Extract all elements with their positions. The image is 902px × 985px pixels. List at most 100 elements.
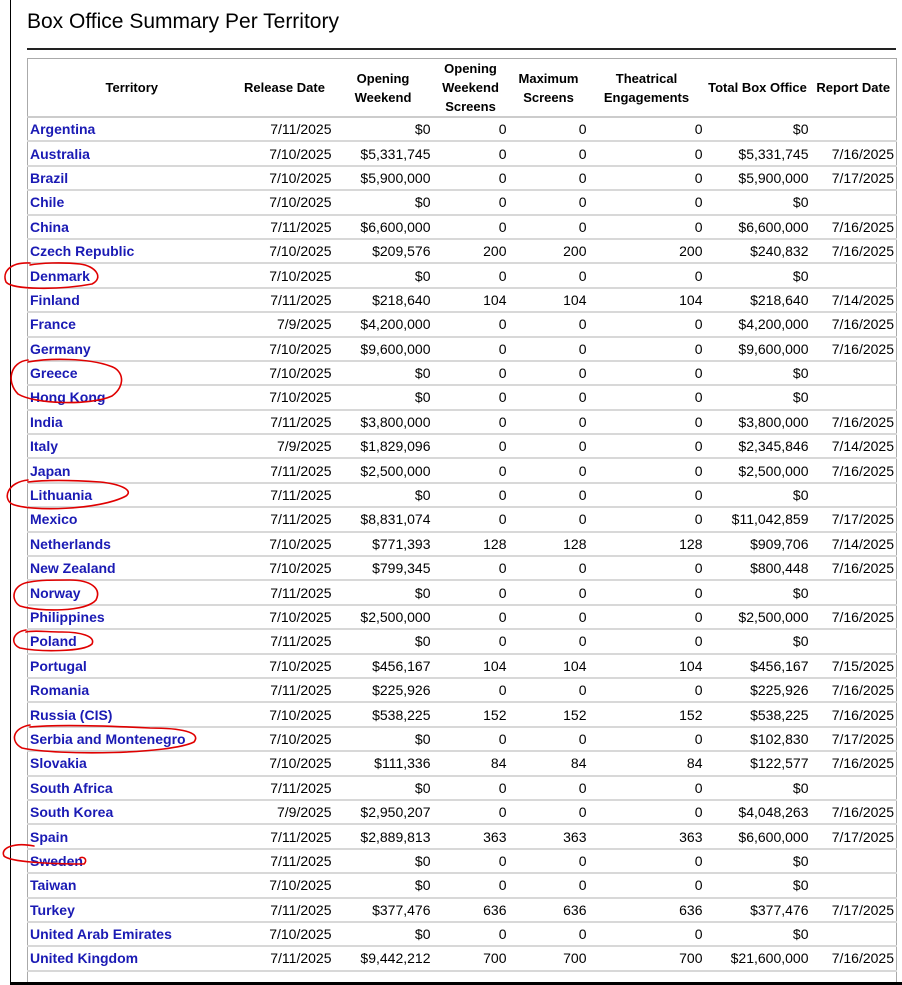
cell-theatrical-engagements: 104 (588, 653, 705, 680)
territory-link[interactable]: France (30, 316, 76, 332)
cell-total-box-office: $0 (704, 117, 811, 143)
territory-link[interactable]: Italy (30, 438, 58, 454)
cell-total-box-office: $4,048,263 (704, 799, 811, 826)
header-total-box-office[interactable]: Total Box Office (704, 58, 811, 118)
cell-report-date (810, 360, 897, 387)
cell-theatrical-engagements: 200 (588, 238, 705, 265)
territory-link[interactable]: Czech Republic (30, 243, 134, 259)
territory-link[interactable]: Hong Kong (30, 389, 105, 405)
cell-territory: Netherlands (27, 531, 236, 558)
territory-link[interactable]: Romania (30, 682, 89, 698)
cell-opening-weekend: $1,829,096 (333, 434, 433, 460)
cell-total-box-office: $6,600,000 (704, 824, 811, 850)
territory-link[interactable]: Brazil (30, 170, 68, 186)
territory-link[interactable]: New Zealand (30, 560, 116, 576)
territory-link[interactable]: Lithuania (30, 487, 92, 503)
cell-report-date (810, 629, 897, 655)
cell-maximum-screens: 104 (508, 653, 589, 680)
cell-total-box-office: $2,500,000 (704, 458, 811, 484)
territory-link[interactable]: Germany (30, 341, 91, 357)
territory-link[interactable]: Denmark (30, 268, 90, 284)
cell-report-date: 7/16/2025 (810, 946, 897, 972)
territory-link[interactable]: Serbia and Montenegro (30, 731, 186, 747)
territory-link[interactable]: Norway (30, 585, 81, 601)
header-release-date[interactable]: Release Date (235, 58, 334, 118)
cell-total-box-office: $9,600,000 (704, 336, 811, 362)
territory-link[interactable]: Finland (30, 292, 80, 308)
territory-link[interactable]: China (30, 219, 69, 235)
territory-link[interactable]: South Korea (30, 804, 113, 820)
header-theatrical-engagements[interactable]: Theatrical Engagements (588, 58, 705, 118)
territory-link[interactable]: Mexico (30, 511, 77, 527)
territory-link[interactable]: Russia (CIS) (30, 707, 112, 723)
cell-total-box-office: $122,577 (704, 751, 811, 777)
cell-maximum-screens: 0 (508, 385, 589, 411)
cell-opening-weekend-screens: 104 (432, 653, 509, 680)
cell-theatrical-engagements: 0 (588, 629, 705, 655)
cell-territory: China (27, 214, 236, 240)
territory-link[interactable]: Portugal (30, 658, 87, 674)
cell-opening-weekend: $0 (333, 921, 433, 948)
cell-territory: Chile (27, 190, 236, 216)
table-row: France 7/9/2025 $4,200,000 0 0 0 $4,200,000 7/1… (27, 312, 897, 338)
cell-opening-weekend: $0 (333, 482, 433, 509)
header-opening-weekend-screens[interactable]: Opening Weekend Screens (432, 58, 509, 118)
cell-report-date: 7/16/2025 (810, 556, 897, 582)
territory-link[interactable]: Slovakia (30, 755, 87, 771)
territory-link[interactable]: Taiwan (30, 877, 76, 893)
cell-release-date: 7/11/2025 (235, 824, 334, 850)
cell-territory: New Zealand (27, 556, 236, 582)
territory-link[interactable]: South Africa (30, 780, 113, 796)
table-row: Germany 7/10/2025 $9,600,000 0 0 0 $9,600,000 7… (27, 336, 897, 362)
cell-report-date: 7/16/2025 (810, 141, 897, 167)
territory-link[interactable]: Japan (30, 463, 70, 479)
cell-opening-weekend-screens: 363 (432, 824, 509, 850)
cell-total-box-office: $0 (704, 775, 811, 801)
cell-total-box-office: $3,800,000 (704, 409, 811, 436)
territory-link[interactable]: Sweden (30, 853, 83, 869)
cell-opening-weekend-screens: 0 (432, 165, 509, 192)
cell-territory: Japan (27, 458, 236, 484)
cell-total-box-office: $21,600,000 (704, 946, 811, 972)
header-opening-weekend[interactable]: Opening Weekend (333, 58, 433, 118)
territory-link[interactable]: Spain (30, 829, 68, 845)
cell-total-box-office: $5,331,745 (704, 141, 811, 167)
cell-opening-weekend: $377,476 (333, 897, 433, 923)
cell-theatrical-engagements: 636 (588, 897, 705, 923)
cell-report-date: 7/16/2025 (810, 214, 897, 240)
cell-opening-weekend: $218,640 (333, 287, 433, 314)
cell-report-date: 7/16/2025 (810, 458, 897, 484)
header-maximum-screens[interactable]: Maximum Screens (508, 58, 589, 118)
cell-opening-weekend-screens: 104 (432, 287, 509, 314)
cell-theatrical-engagements: 0 (588, 482, 705, 509)
cell-total-box-office: $0 (704, 385, 811, 411)
table-row: Spain 7/11/2025 $2,889,813 363 363 363 $6,600,… (27, 824, 897, 850)
cell-opening-weekend: $0 (333, 263, 433, 289)
cell-opening-weekend: $8,831,074 (333, 507, 433, 533)
territory-link[interactable]: Philippines (30, 609, 105, 625)
territory-link[interactable]: Argentina (30, 121, 95, 137)
territory-link[interactable]: United Arab Emirates (30, 926, 172, 942)
territory-link[interactable]: Turkey (30, 902, 75, 918)
cell-territory: Taiwan (27, 873, 236, 899)
cell-maximum-screens: 104 (508, 287, 589, 314)
table-row: Greece 7/10/2025 $0 0 0 0 $0 (27, 360, 897, 387)
cell-release-date: 7/11/2025 (235, 629, 334, 655)
cell-report-date (810, 921, 897, 948)
territory-link[interactable]: Chile (30, 194, 64, 210)
cell-opening-weekend-screens: 0 (432, 190, 509, 216)
cell-theatrical-engagements: 104 (588, 287, 705, 314)
territory-link[interactable]: Australia (30, 146, 90, 162)
header-territory[interactable]: Territory (27, 58, 236, 118)
header-report-date[interactable]: Report Date (810, 58, 897, 118)
cell-territory: United Arab Emirates (27, 921, 236, 948)
territory-link[interactable]: United Kingdom (30, 950, 138, 966)
territory-link[interactable]: Netherlands (30, 536, 111, 552)
cell-report-date: 7/17/2025 (810, 824, 897, 850)
cell-opening-weekend: $0 (333, 580, 433, 606)
territory-link[interactable]: Greece (30, 365, 77, 381)
territory-link[interactable]: India (30, 414, 63, 430)
cell-territory: Greece (27, 360, 236, 387)
territory-link[interactable]: Poland (30, 633, 77, 649)
cell-theatrical-engagements: 0 (588, 409, 705, 436)
